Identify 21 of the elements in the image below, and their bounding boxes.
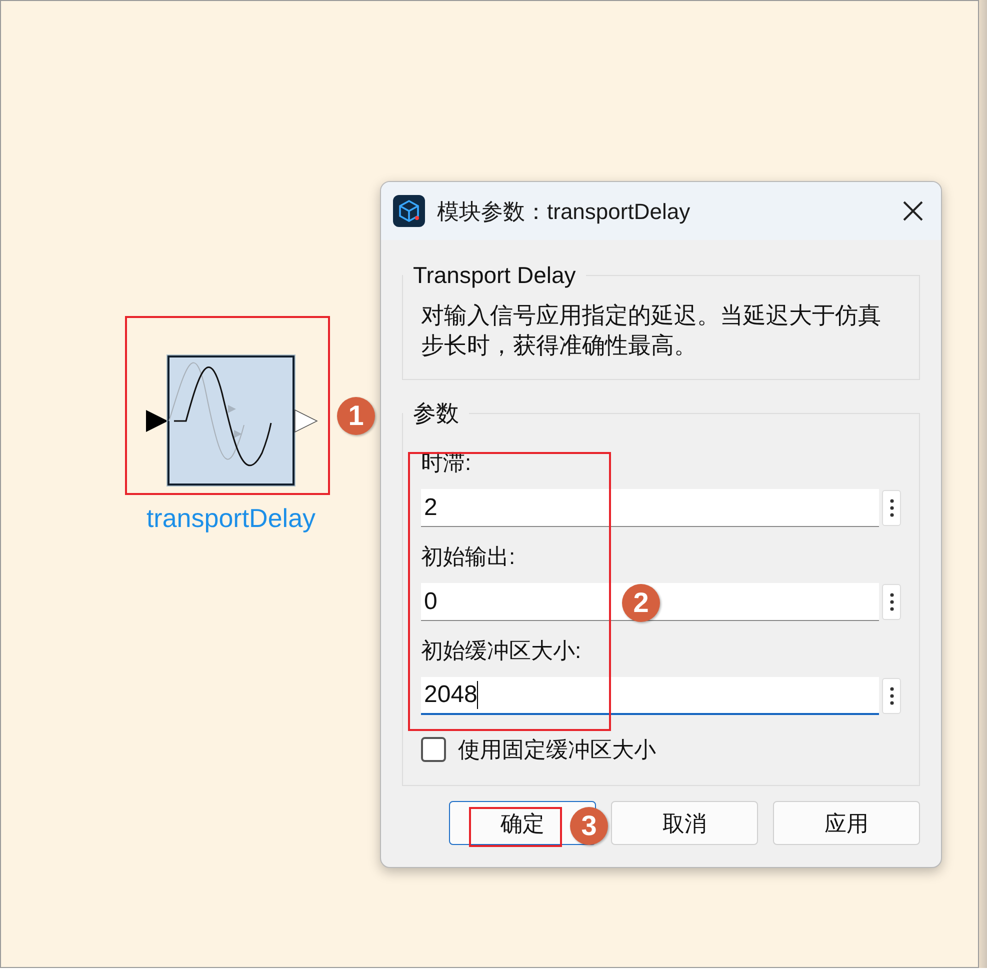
more-options-button[interactable] [882,584,901,620]
more-icon [890,687,894,705]
more-icon [890,593,894,611]
field-label: 初始缓冲区大小: [421,637,582,665]
group-title: 参数 [412,399,460,428]
field-label: 初始输出: [421,543,516,571]
value-field[interactable]: 2 [421,489,879,527]
more-options-button[interactable] [882,490,901,526]
dialog-button[interactable]: 取消 [611,801,758,845]
dialog-button[interactable]: 应用 [773,801,920,845]
checkbox[interactable] [421,737,446,762]
value-field[interactable]: 2048 [421,677,879,715]
cube-icon [393,195,425,227]
more-icon [890,499,894,517]
more-options-button[interactable] [882,678,901,714]
close-icon [902,200,924,222]
transport-delay-block[interactable] [144,353,320,489]
group-title: Transport Delay [412,261,577,290]
dialog-title: 模块参数：transportDelay [437,198,690,226]
checkbox-label: 使用固定缓冲区大小 [458,736,656,764]
block-description: 对输入信号应用指定的延迟。当延迟大于仿真步长时，获得准确性最高。 [421,301,882,360]
